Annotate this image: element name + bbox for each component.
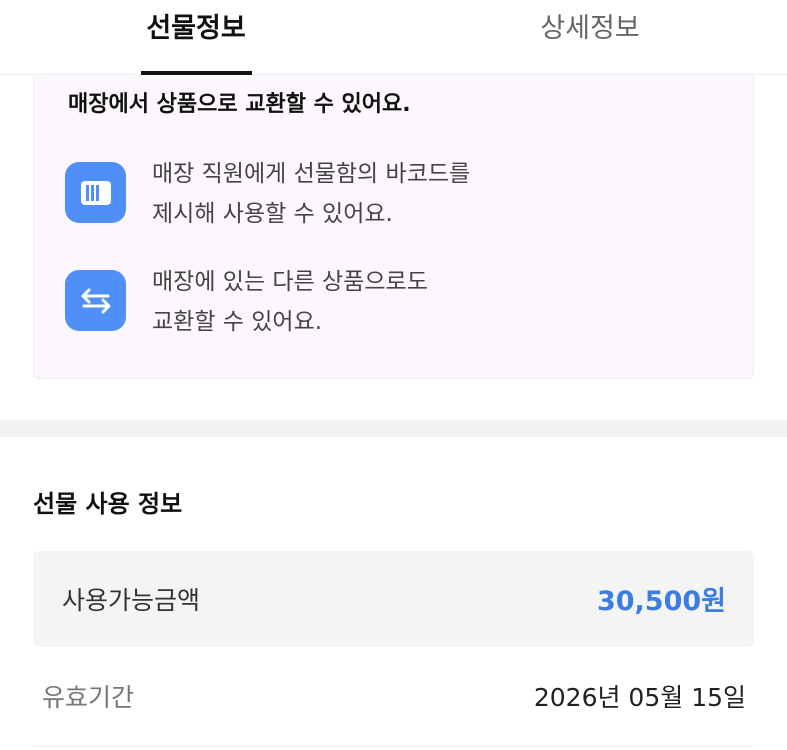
bottom-divider	[33, 746, 754, 747]
exchange-arrows-icon	[65, 270, 126, 331]
tab-detail-info-label: 상세정보	[540, 13, 640, 44]
exchange-info-title: 매장에서 상품으로 교환할 수 있어요.	[68, 92, 411, 117]
available-amount-value: 30,500원	[596, 586, 726, 617]
info-row-barcode-text: 매장 직원에게 선물함의 바코드를 제시해 사용할 수 있어요.	[152, 154, 572, 234]
expiry-label: 유효기간	[42, 683, 135, 712]
expiry-value: 2026년 05월 15일	[533, 683, 746, 712]
available-amount-label: 사용가능금액	[62, 586, 201, 615]
exchange-info-card: 매장에서 상품으로 교환할 수 있어요. 매장 직원에게 선물함의 바코드를 제…	[33, 76, 754, 379]
tab-bar: 선물정보 상세정보	[0, 0, 787, 75]
section-divider	[0, 420, 787, 437]
info-row-barcode-line2: 제시해 사용할 수 있어요.	[152, 201, 393, 227]
info-row-barcode-line1: 매장 직원에게 선물함의 바코드를	[152, 161, 471, 187]
info-row-exchange-text: 매장에 있는 다른 상품으로도 교환할 수 있어요.	[152, 262, 572, 342]
available-amount-box: 사용가능금액 30,500원	[33, 551, 754, 647]
active-tab-indicator	[141, 71, 252, 75]
tab-gift-info-label: 선물정보	[146, 13, 246, 44]
tab-detail-info[interactable]: 상세정보	[510, 0, 670, 75]
tab-gift-info[interactable]: 선물정보	[120, 0, 272, 75]
barcode-icon	[65, 162, 126, 223]
info-row-exchange-line2: 교환할 수 있어요.	[152, 309, 323, 335]
info-row-exchange-line1: 매장에 있는 다른 상품으로도	[152, 269, 428, 295]
usage-info-title: 선물 사용 정보	[33, 490, 183, 518]
